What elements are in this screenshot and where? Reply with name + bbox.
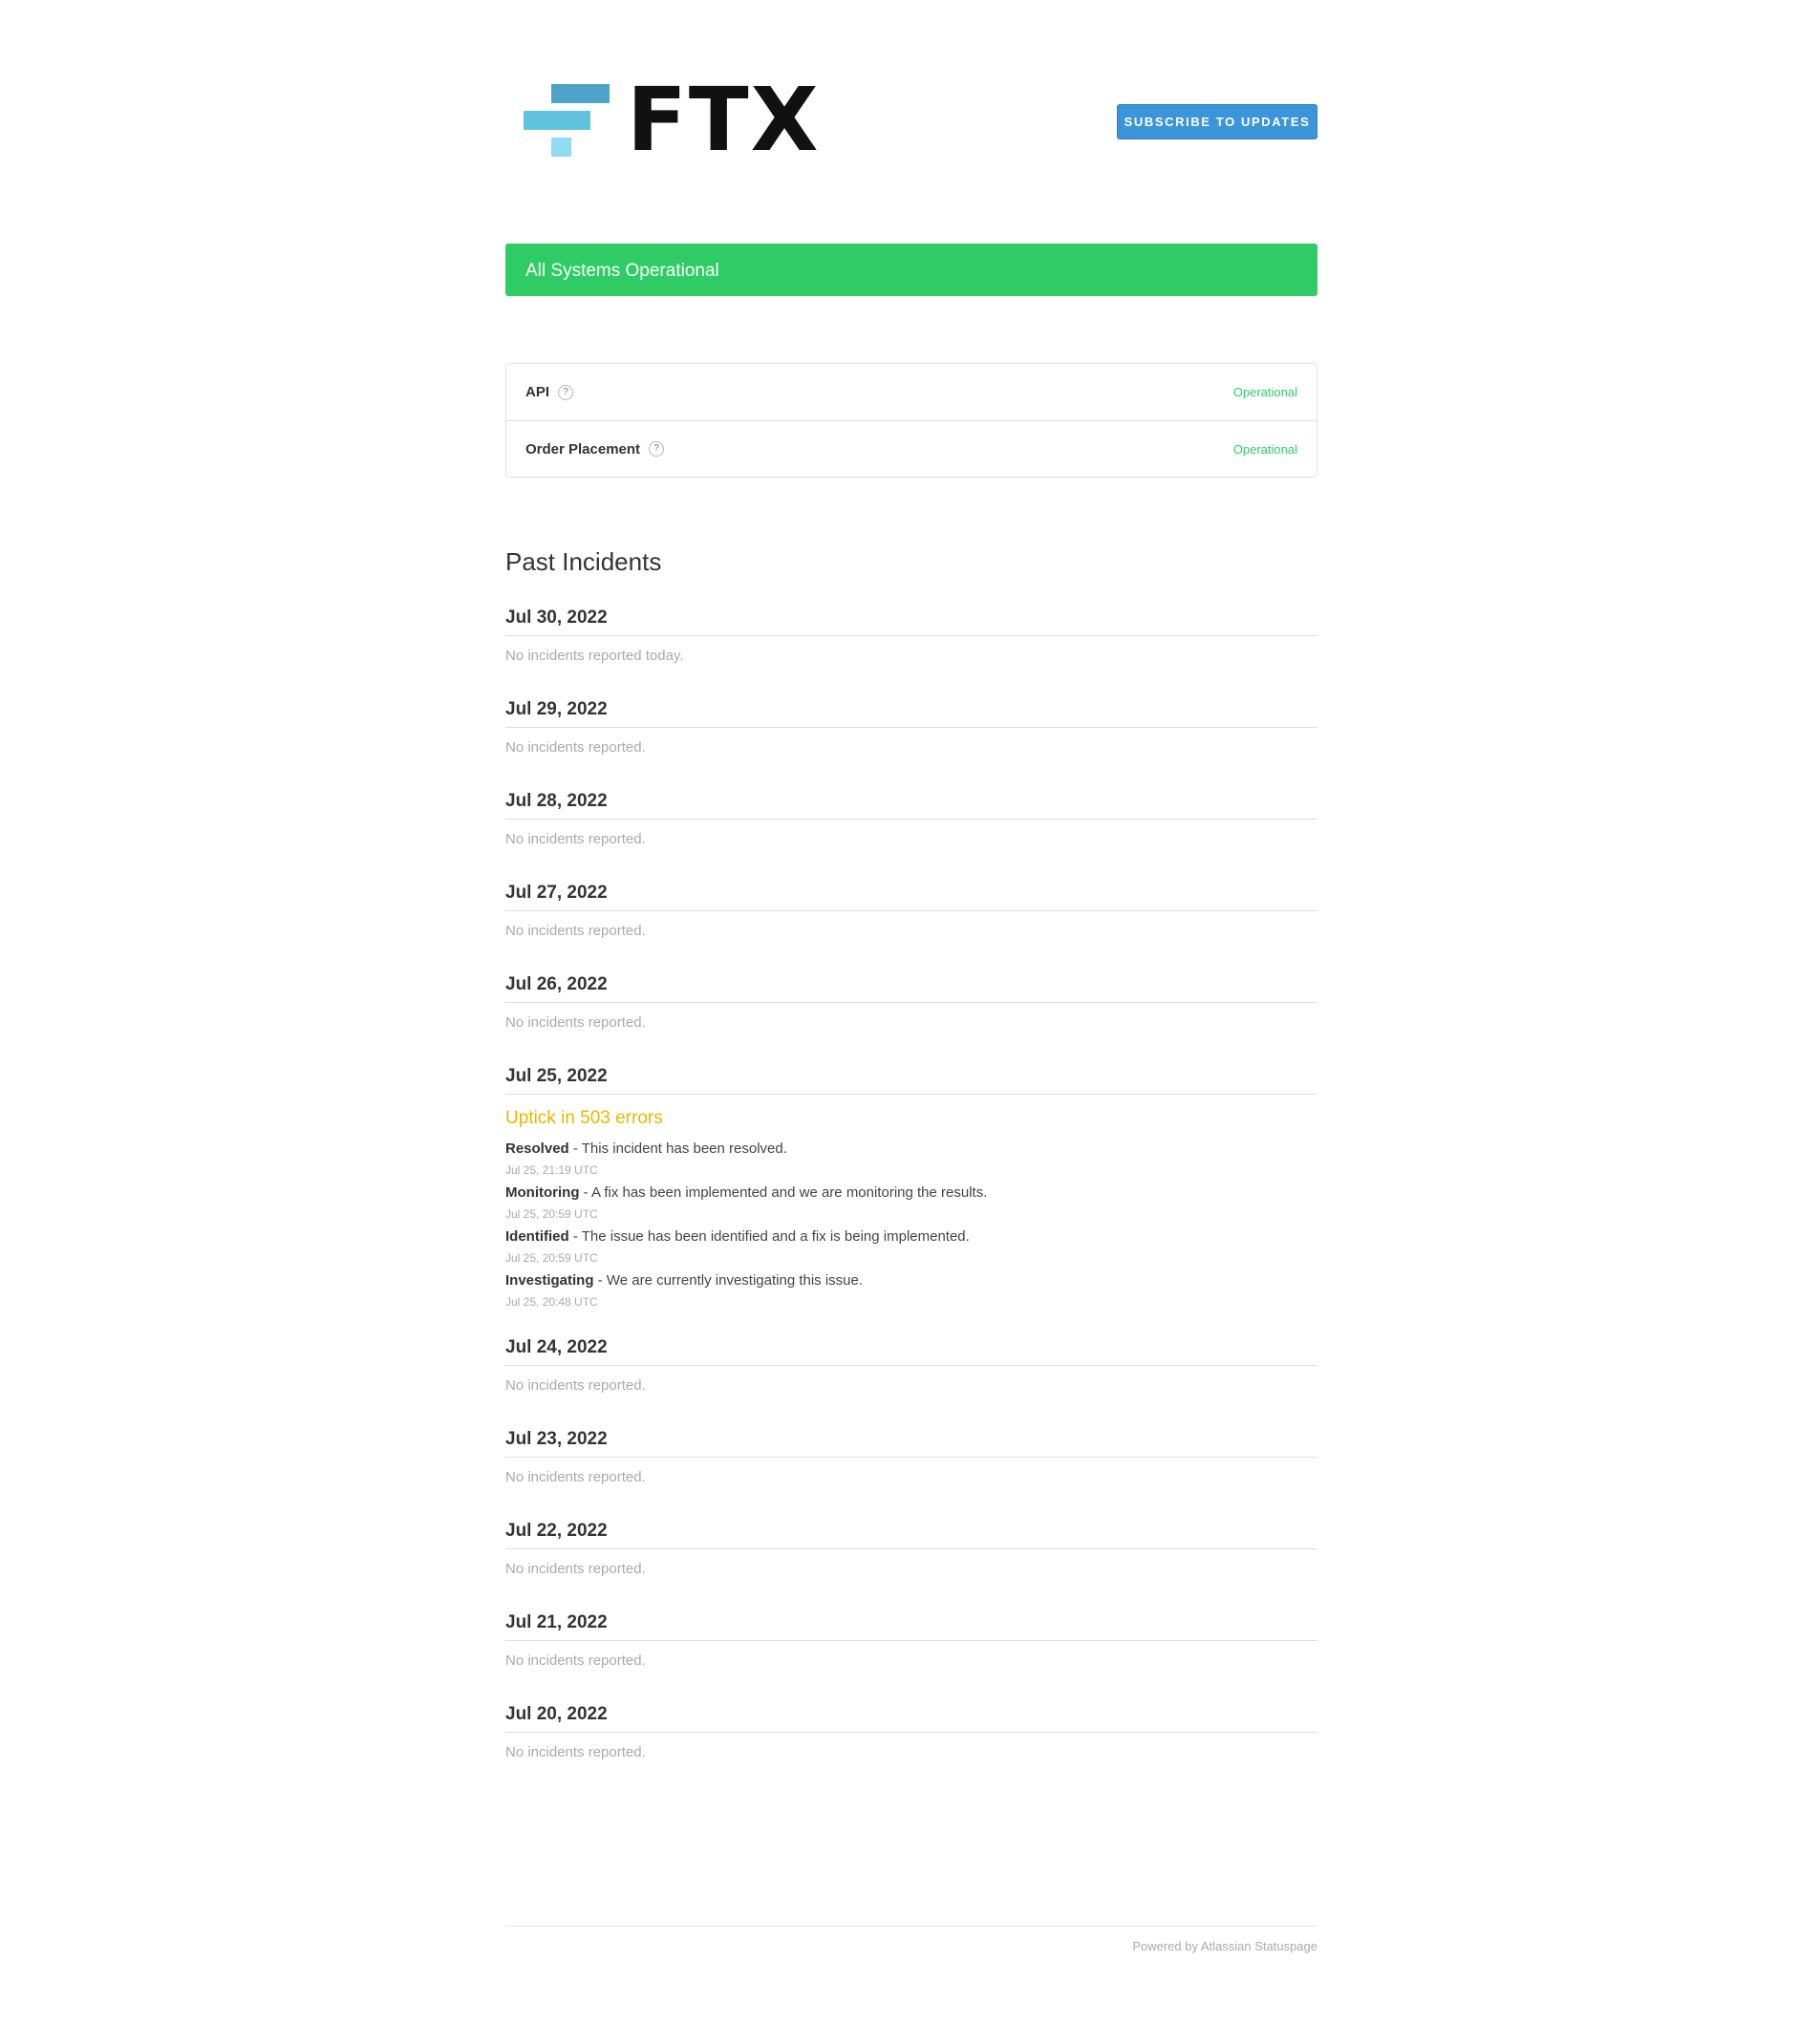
incident-day: Jul 21, 2022 No incidents reported. [505, 1612, 1317, 1675]
no-incidents-text: No incidents reported. [505, 831, 646, 847]
incident-day: Jul 22, 2022 No incidents reported. [505, 1521, 1317, 1584]
day-date: Jul 21, 2022 [505, 1612, 1317, 1641]
incident-day: Jul 27, 2022 No incidents reported. [505, 883, 1317, 946]
day-date: Jul 25, 2022 [505, 1066, 1317, 1095]
ftx-logo-icon [524, 84, 610, 157]
component-status: Operational [1232, 385, 1297, 399]
no-incidents-text: No incidents reported. [505, 923, 646, 939]
incident-history: Jul 30, 2022 No incidents reported today… [505, 608, 1317, 1767]
incident-update: Identified - The issue has been identifi… [505, 1228, 1317, 1265]
update-message: - We are currently investigating this is… [593, 1272, 864, 1289]
day-date: Jul 22, 2022 [505, 1521, 1317, 1549]
day-date: Jul 24, 2022 [505, 1337, 1317, 1366]
incident-day: Jul 26, 2022 No incidents reported. [505, 974, 1317, 1037]
incident-day: Jul 20, 2022 No incidents reported. [505, 1704, 1317, 1767]
incident-day: Jul 30, 2022 No incidents reported today… [505, 608, 1317, 671]
no-incidents-text: No incidents reported today. [505, 648, 684, 664]
component-name: Order Placement ? [525, 441, 665, 458]
day-date: Jul 29, 2022 [505, 699, 1317, 728]
no-incidents-text: No incidents reported. [505, 1561, 646, 1577]
past-incidents-title: Past Incidents [505, 547, 662, 576]
update-message: - The issue has been identified and a fi… [568, 1228, 970, 1245]
components-list: API ? Operational Order Placement ? Oper… [505, 363, 1317, 478]
powered-by-link[interactable]: Powered by Atlassian Statuspage [1132, 1939, 1317, 1953]
no-incidents-text: No incidents reported. [505, 1377, 646, 1394]
no-incidents-text: No incidents reported. [505, 1652, 646, 1669]
update-status: Investigating [505, 1272, 594, 1289]
component-status: Operational [1232, 441, 1297, 457]
update-message: - This incident has been resolved. [568, 1140, 787, 1157]
incident-update: Investigating - We are currently investi… [505, 1272, 1317, 1309]
component-row: API ? Operational [506, 364, 1317, 420]
component-name: API ? [525, 384, 574, 400]
help-icon[interactable]: ? [649, 441, 665, 457]
no-incidents-text: No incidents reported. [505, 1744, 646, 1760]
update-status: Identified [505, 1228, 569, 1245]
day-date: Jul 27, 2022 [505, 883, 1317, 911]
day-date: Jul 28, 2022 [505, 791, 1317, 820]
logo-text: FTX [627, 69, 821, 171]
update-time: Jul 25, 20:59 UTC [505, 1207, 598, 1221]
incident-update: Resolved - This incident has been resolv… [505, 1140, 1317, 1177]
update-status: Resolved [505, 1140, 569, 1157]
incident-day: Jul 29, 2022 No incidents reported. [505, 699, 1317, 762]
header: FTX SUBSCRIBE TO UPDATES [505, 0, 1317, 244]
day-date: Jul 23, 2022 [505, 1429, 1317, 1458]
incident-update: Monitoring - A fix has been implemented … [505, 1184, 1317, 1221]
incident-day: Jul 28, 2022 No incidents reported. [505, 791, 1317, 854]
incident-day: Jul 24, 2022 No incidents reported. [505, 1337, 1317, 1400]
update-time: Jul 25, 20:48 UTC [505, 1295, 598, 1309]
day-date: Jul 30, 2022 [505, 608, 1317, 636]
component-row: Order Placement ? Operational [506, 420, 1317, 477]
incident-day: Jul 23, 2022 No incidents reported. [505, 1429, 1317, 1492]
status-banner: All Systems Operational [505, 244, 1317, 296]
update-message: - A fix has been implemented and we are … [579, 1184, 988, 1201]
no-incidents-text: No incidents reported. [505, 1014, 646, 1031]
footer: Powered by Atlassian Statuspage [505, 1926, 1317, 1953]
no-incidents-text: No incidents reported. [505, 739, 646, 756]
no-incidents-text: No incidents reported. [505, 1469, 646, 1485]
update-status: Monitoring [505, 1184, 580, 1201]
incident-title-link[interactable]: Uptick in 503 errors [505, 1108, 1317, 1133]
ftx-logo[interactable]: FTX [524, 69, 821, 171]
subscribe-button[interactable]: SUBSCRIBE TO UPDATES [1117, 104, 1317, 139]
update-time: Jul 25, 20:59 UTC [505, 1251, 598, 1265]
update-time: Jul 25, 21:19 UTC [505, 1163, 598, 1177]
day-date: Jul 20, 2022 [505, 1704, 1317, 1733]
help-icon[interactable]: ? [558, 384, 574, 400]
incident-day: Jul 25, 2022 Uptick in 503 errors Resolv… [505, 1066, 1317, 1309]
day-date: Jul 26, 2022 [505, 974, 1317, 1003]
page-container: FTX SUBSCRIBE TO UPDATES All Systems Ope… [505, 0, 1317, 1953]
